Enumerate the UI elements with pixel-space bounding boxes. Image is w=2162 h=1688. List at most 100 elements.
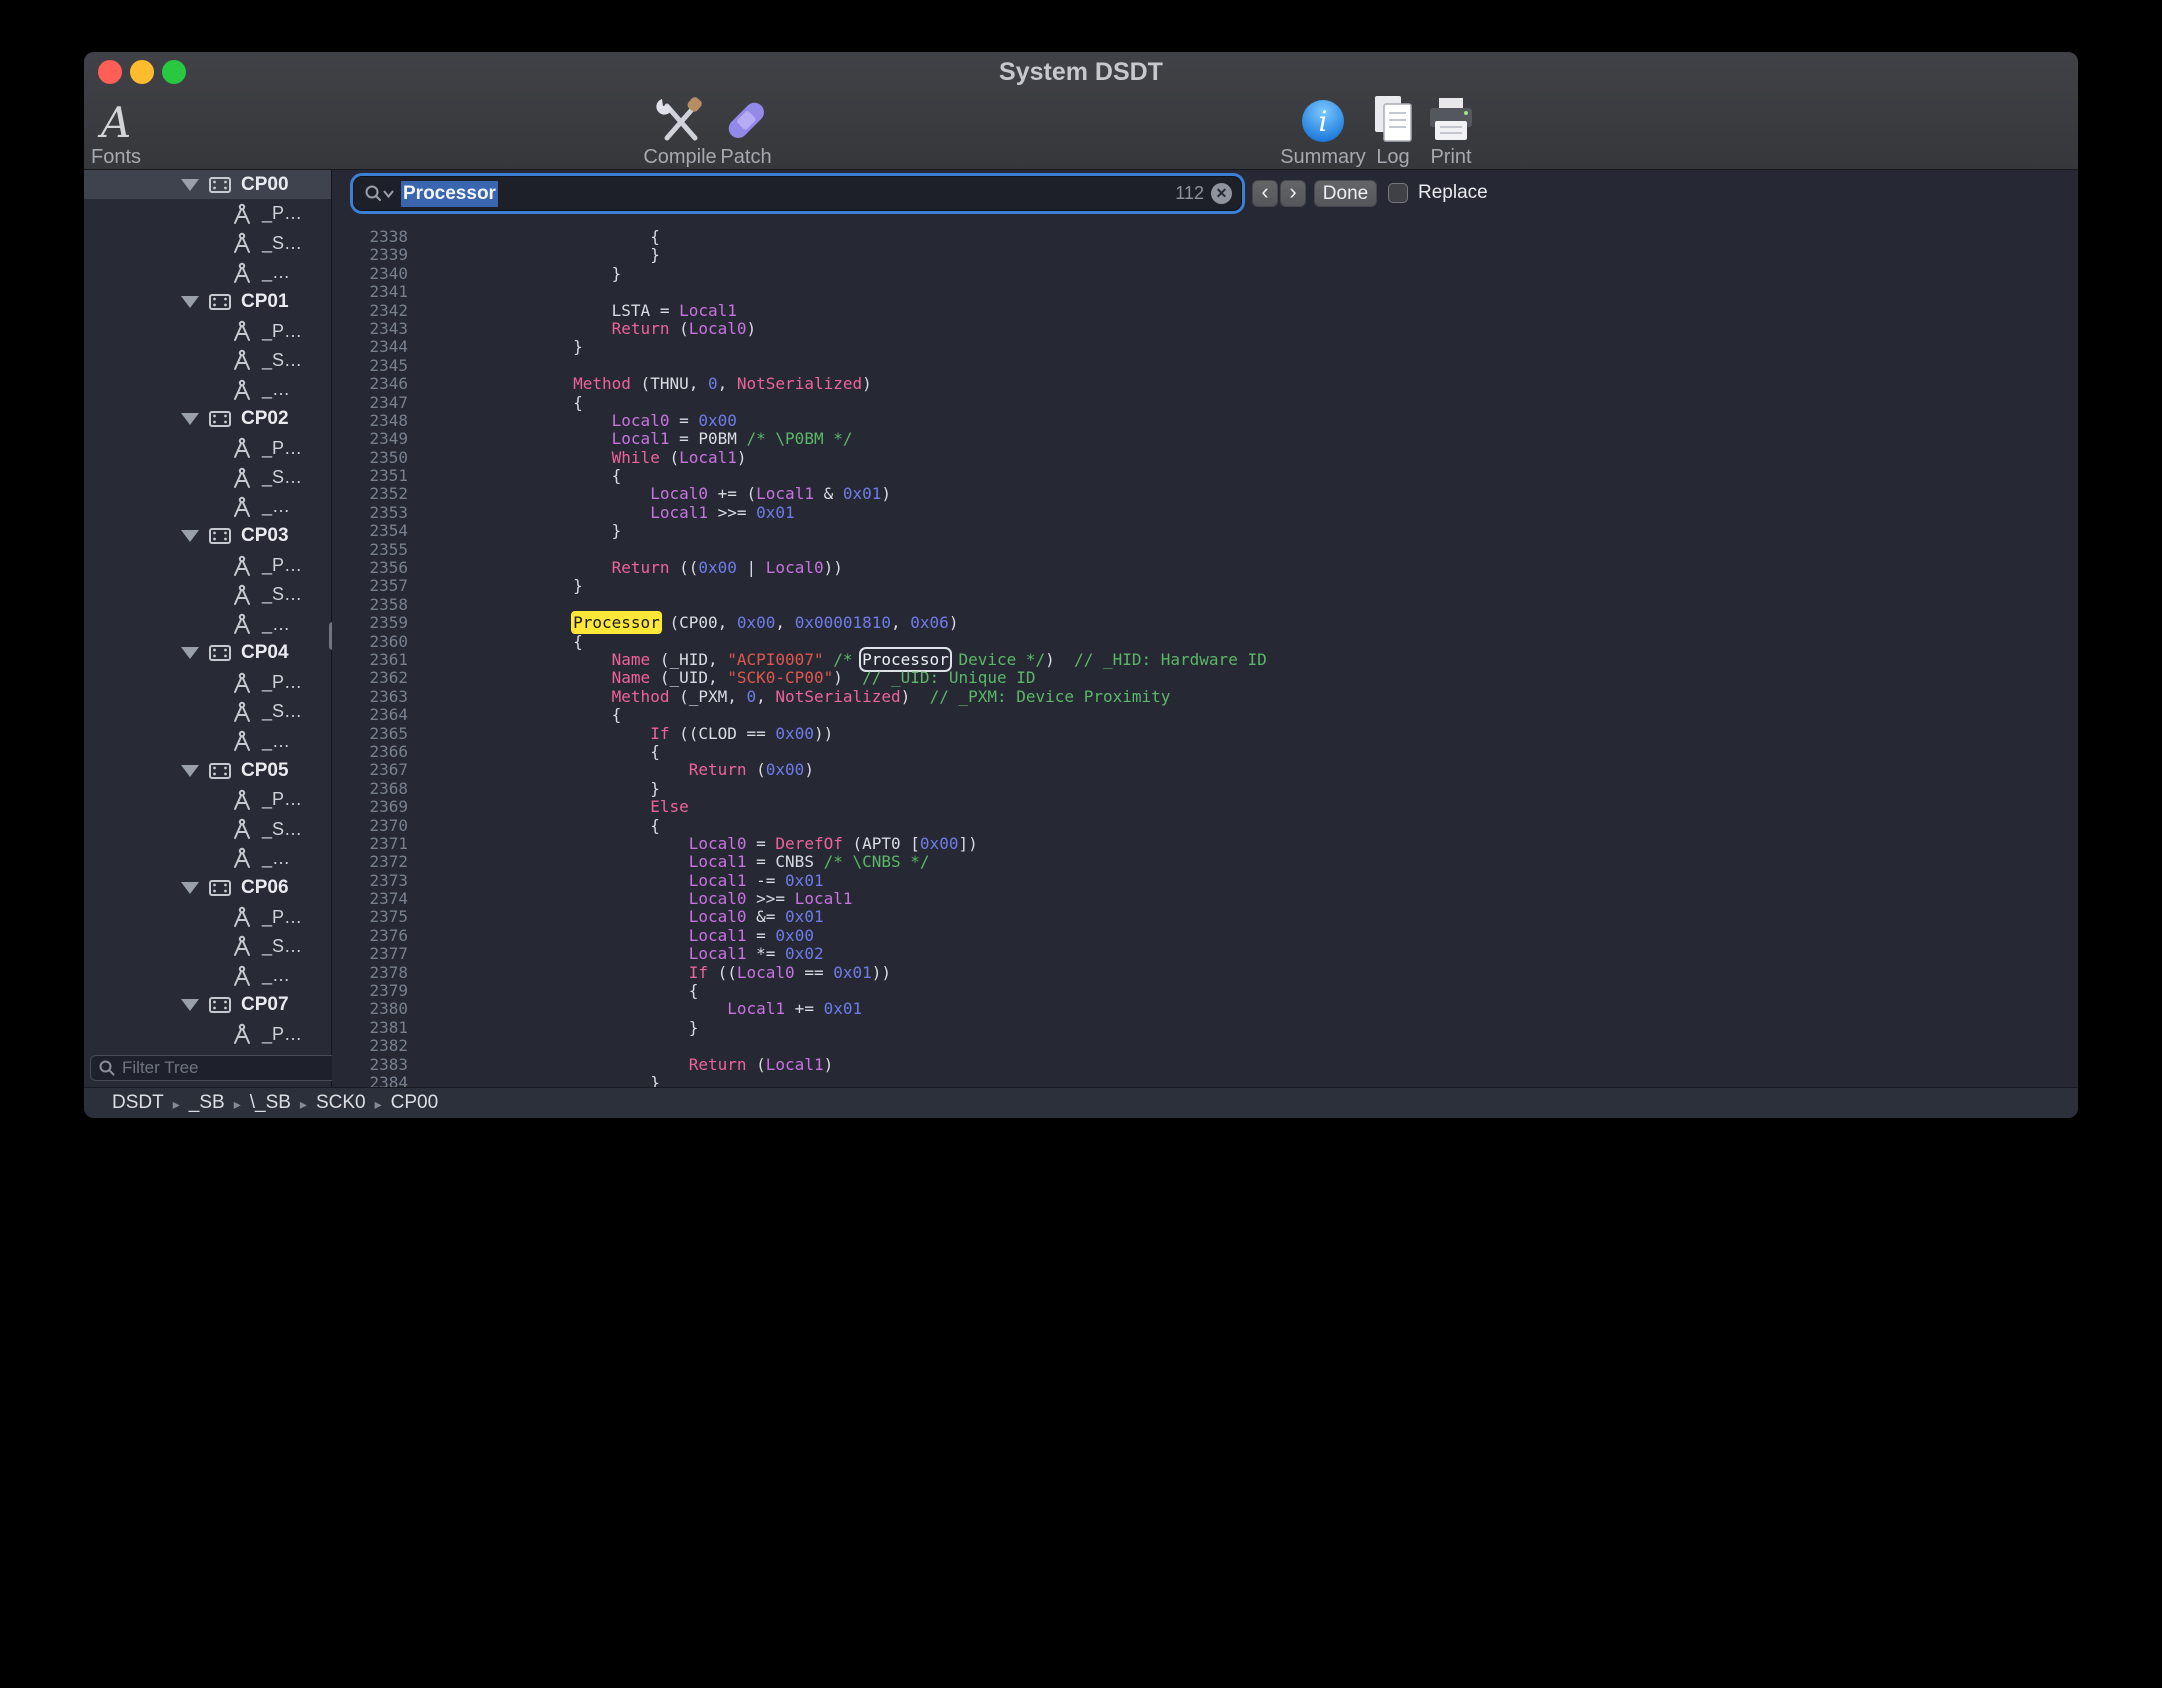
method-icon bbox=[231, 935, 253, 957]
tree-leaf-label: _S… bbox=[262, 467, 302, 488]
tree-leaf[interactable]: _S… bbox=[84, 346, 331, 375]
tree-node-cp07[interactable]: CP07 bbox=[84, 990, 331, 1019]
minimize-button[interactable] bbox=[130, 60, 154, 84]
tree-leaf-label: _… bbox=[262, 965, 290, 986]
disclosure-triangle-icon[interactable] bbox=[181, 999, 199, 1011]
fonts-button[interactable]: A Fonts bbox=[84, 93, 186, 169]
tree-node-cp03[interactable]: CP03 bbox=[84, 522, 331, 551]
tree-leaf[interactable]: _P… bbox=[84, 551, 331, 580]
line-number: 2379 bbox=[332, 982, 408, 1000]
close-button[interactable] bbox=[98, 60, 122, 84]
traffic-lights bbox=[98, 52, 186, 92]
line-number: 2358 bbox=[332, 596, 408, 614]
tree-node-cp02[interactable]: CP02 bbox=[84, 404, 331, 433]
breadcrumb-item[interactable]: SCK0 bbox=[316, 1092, 366, 1114]
tree-node-cp05[interactable]: CP05 bbox=[84, 756, 331, 785]
tree-leaf[interactable]: _… bbox=[84, 961, 331, 990]
filter-tree-field[interactable] bbox=[90, 1055, 351, 1081]
tree-leaf[interactable]: _S… bbox=[84, 815, 331, 844]
method-icon bbox=[231, 437, 253, 459]
disclosure-triangle-icon[interactable] bbox=[181, 882, 199, 894]
breadcrumb-item[interactable]: \_SB bbox=[250, 1092, 291, 1114]
search-input[interactable]: Processor bbox=[401, 181, 498, 207]
clear-search-button[interactable]: ✕ bbox=[1211, 183, 1232, 204]
disclosure-triangle-icon[interactable] bbox=[181, 647, 199, 659]
tree-leaf[interactable]: _S… bbox=[84, 697, 331, 726]
tree-leaf-label: _S… bbox=[262, 350, 302, 371]
filter-tree-input[interactable] bbox=[122, 1058, 343, 1078]
tree-node-label: CP01 bbox=[241, 291, 289, 313]
line-number: 2380 bbox=[332, 1000, 408, 1018]
done-button[interactable]: Done bbox=[1314, 180, 1377, 207]
tree-leaf[interactable]: _P… bbox=[84, 434, 331, 463]
tree-node-cp04[interactable]: CP04 bbox=[84, 639, 331, 668]
tree-leaf[interactable]: _S… bbox=[84, 463, 331, 492]
breadcrumb-item[interactable]: _SB bbox=[189, 1092, 225, 1114]
window-chrome: System DSDT A Fonts Compile bbox=[84, 52, 2078, 170]
disclosure-triangle-icon[interactable] bbox=[181, 765, 199, 777]
tree-leaf[interactable]: _S… bbox=[84, 580, 331, 609]
find-bar: Processor 112 ✕ ‹ › Done Replace bbox=[332, 170, 2078, 228]
code-line: 2342 LSTA = Local1 bbox=[332, 302, 2078, 320]
line-number: 2340 bbox=[332, 265, 408, 283]
line-number: 2368 bbox=[332, 780, 408, 798]
code-line: 2372 Local1 = CNBS /* \CNBS */ bbox=[332, 853, 2078, 871]
sidebar-tree[interactable]: CP00_P…_S…_…CP01_P…_S…_…CP02_P…_S…_…CP03… bbox=[84, 170, 331, 1051]
code-line: 2354 } bbox=[332, 522, 2078, 540]
tree-leaf[interactable]: _… bbox=[84, 844, 331, 873]
tree-node-cp00[interactable]: CP00 bbox=[84, 170, 331, 199]
tree-leaf[interactable]: _… bbox=[84, 492, 331, 521]
app-window: System DSDT A Fonts Compile bbox=[84, 52, 2078, 1118]
tree-leaf[interactable]: _S… bbox=[84, 932, 331, 961]
line-number: 2362 bbox=[332, 669, 408, 687]
code-line: 2343 Return (Local0) bbox=[332, 320, 2078, 338]
tree-leaf[interactable]: _… bbox=[84, 258, 331, 287]
code-line: 2368 } bbox=[332, 780, 2078, 798]
tree-leaf[interactable]: _… bbox=[84, 609, 331, 638]
tree-leaf[interactable]: _S… bbox=[84, 1049, 331, 1051]
search-menu-icon[interactable] bbox=[363, 184, 394, 204]
search-field[interactable]: Processor 112 ✕ bbox=[354, 177, 1241, 210]
print-button[interactable]: Print bbox=[1381, 93, 1521, 169]
titlebar[interactable]: System DSDT bbox=[84, 52, 2078, 92]
disclosure-triangle-icon[interactable] bbox=[181, 413, 199, 425]
tree-leaf[interactable]: _… bbox=[84, 727, 331, 756]
line-number: 2363 bbox=[332, 688, 408, 706]
find-next-button[interactable]: › bbox=[1280, 180, 1306, 207]
zoom-button[interactable] bbox=[162, 60, 186, 84]
line-number: 2361 bbox=[332, 651, 408, 669]
method-icon bbox=[231, 320, 253, 342]
tree-leaf[interactable]: _P… bbox=[84, 902, 331, 931]
replace-checkbox[interactable] bbox=[1388, 183, 1408, 203]
line-number: 2378 bbox=[332, 964, 408, 982]
method-icon bbox=[231, 818, 253, 840]
tree-node-cp01[interactable]: CP01 bbox=[84, 287, 331, 316]
search-match-highlight: Processor bbox=[573, 613, 660, 632]
disclosure-triangle-icon[interactable] bbox=[181, 179, 199, 191]
breadcrumb-item[interactable]: DSDT bbox=[112, 1092, 164, 1114]
find-previous-button[interactable]: ‹ bbox=[1252, 180, 1278, 207]
code-line: 2366 { bbox=[332, 743, 2078, 761]
window-title: System DSDT bbox=[84, 58, 2078, 87]
tree-leaf-label: _P… bbox=[262, 321, 302, 342]
tree-leaf[interactable]: _P… bbox=[84, 316, 331, 345]
line-number: 2345 bbox=[332, 357, 408, 375]
chevron-right-icon: › bbox=[1289, 181, 1296, 203]
tree-leaf[interactable]: _P… bbox=[84, 668, 331, 697]
tree-leaf[interactable]: _P… bbox=[84, 785, 331, 814]
tree-leaf[interactable]: _P… bbox=[84, 199, 331, 228]
line-number: 2381 bbox=[332, 1019, 408, 1037]
patch-button[interactable]: Patch bbox=[676, 93, 816, 169]
tree-leaf[interactable]: _… bbox=[84, 375, 331, 404]
method-icon bbox=[231, 584, 253, 606]
breadcrumb-separator-icon: ▸ bbox=[173, 1094, 180, 1113]
code-area[interactable]: 2338 {2339 }2340 }23412342 LSTA = Local1… bbox=[332, 228, 2078, 1087]
tree-leaf[interactable]: _P… bbox=[84, 1020, 331, 1049]
tree-leaf[interactable]: _S… bbox=[84, 229, 331, 258]
disclosure-triangle-icon[interactable] bbox=[181, 530, 199, 542]
breadcrumb-item[interactable]: CP00 bbox=[391, 1092, 439, 1114]
disclosure-triangle-icon[interactable] bbox=[181, 296, 199, 308]
method-icon bbox=[231, 467, 253, 489]
tree-node-cp06[interactable]: CP06 bbox=[84, 873, 331, 902]
toolbar: A Fonts Compile bbox=[84, 92, 2078, 169]
